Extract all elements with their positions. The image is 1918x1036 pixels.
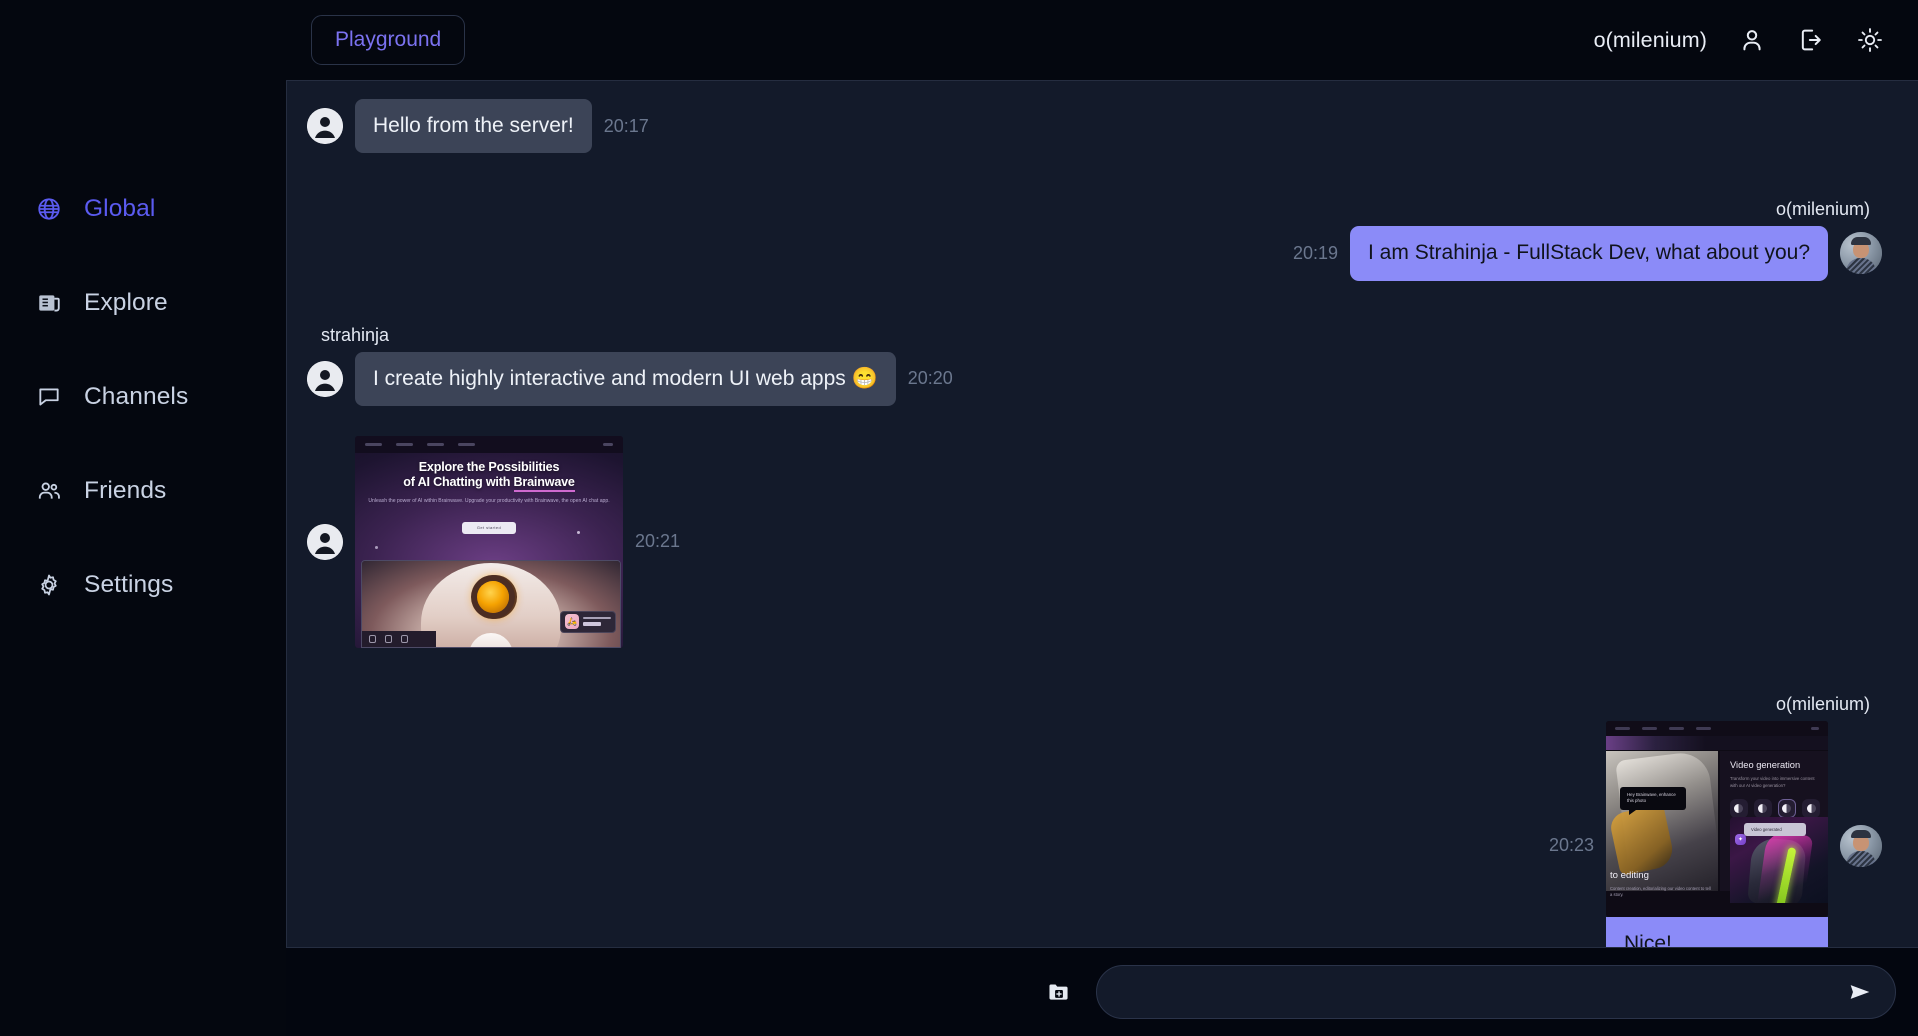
vg-strip <box>1606 736 1828 750</box>
message-row-incoming: I create highly interactive and modern U… <box>307 352 1882 406</box>
tab-playground[interactable]: Playground <box>311 15 465 65</box>
message-list[interactable]: Hello from the server! 20:17 o(milenium)… <box>286 80 1918 948</box>
brainwave-cta-button: Get started <box>462 522 516 534</box>
globe-icon <box>36 196 62 222</box>
brainwave-navbar <box>355 436 623 453</box>
vg-section-title: to editing <box>1610 870 1649 881</box>
spacer <box>307 159 1882 199</box>
messages: Hello from the server! 20:17 o(milenium)… <box>287 99 1918 948</box>
message-bubble: I create highly interactive and modern U… <box>355 352 896 406</box>
avatar <box>1840 232 1882 274</box>
vg-section-text: Content creation, editorializing our vid… <box>1610 886 1714 899</box>
message-row-outgoing: 20:19 I am Strahinja - FullStack Dev, wh… <box>307 226 1882 280</box>
avatar <box>307 361 343 397</box>
decor-dot <box>577 531 580 534</box>
logout-icon[interactable] <box>1797 26 1825 54</box>
sidebar-nav: Global Explore <box>0 186 286 608</box>
sidebar-item-label: Channels <box>84 385 188 410</box>
card-text <box>583 617 611 626</box>
folder-plus-icon[interactable] <box>1044 977 1074 1007</box>
message-row-outgoing-image: 20:23 Hey Brainwave, enhance this photo <box>307 721 1882 948</box>
headline-line1: Explore the Possibilities <box>419 460 560 474</box>
vg-option-chips <box>1730 799 1820 818</box>
sidebar-item-explore[interactable]: Explore <box>0 280 286 326</box>
vg-chip <box>1754 799 1772 818</box>
message-sender-name: o(milenium) <box>307 694 1870 715</box>
robot-eye-right <box>477 581 509 613</box>
vg-tooltip-preview: Video generated <box>1744 823 1806 836</box>
message-sender-name: o(milenium) <box>307 199 1870 220</box>
avatar <box>307 108 343 144</box>
message-bubble: I am Strahinja - FullStack Dev, what abo… <box>1350 226 1828 280</box>
header-actions: o(milenium) <box>1594 26 1884 54</box>
sidebar-item-label: Friends <box>84 479 166 504</box>
vg-badge-icon: ✦ <box>1735 834 1746 845</box>
vg-chip <box>1730 799 1748 818</box>
vg-chip <box>1802 799 1820 818</box>
send-icon[interactable] <box>1845 977 1875 1007</box>
vg-panel-text: Transform your video into immersive cont… <box>1730 776 1820 790</box>
decor-dot <box>375 546 378 549</box>
brainwave-subtext: Unleash the power of AI within Brainwave… <box>367 498 611 506</box>
vg-preview: Video generated ✦ <box>1730 817 1828 903</box>
message-timestamp: 20:21 <box>635 531 680 552</box>
app-root: Global Explore <box>0 0 1918 1036</box>
sidebar: Global Explore <box>0 0 286 1036</box>
composer-bar <box>286 948 1918 1036</box>
message-bubble: Hello from the server! <box>355 99 592 153</box>
brainwave-toolbar <box>362 631 436 647</box>
spacer <box>307 654 1882 694</box>
sidebar-item-label: Global <box>84 197 155 222</box>
message-input-wrapper[interactable] <box>1096 965 1896 1019</box>
message-bubble: Nice! <box>1606 917 1828 948</box>
vg-chip-selected <box>1778 799 1796 818</box>
gear-icon <box>36 572 62 598</box>
chat-icon <box>36 384 62 410</box>
avatar <box>1840 825 1882 867</box>
brainwave-robot-pane: 🛵 <box>361 560 621 648</box>
message-timestamp: 20:23 <box>1549 835 1594 856</box>
message-timestamp: 20:17 <box>604 116 649 137</box>
news-icon <box>36 290 62 316</box>
sidebar-item-friends[interactable]: Friends <box>0 468 286 514</box>
headline-line2-prefix: of AI Chatting with <box>403 475 513 489</box>
spacer <box>307 412 1882 436</box>
user-icon[interactable] <box>1738 26 1766 54</box>
vg-panel-title: Video generation <box>1730 760 1820 770</box>
card-thumb-icon: 🛵 <box>565 614 579 629</box>
sidebar-item-global[interactable]: Global <box>0 186 286 232</box>
vg-right-pane: Video generation Transform your video in… <box>1720 751 1828 891</box>
avatar <box>307 524 343 560</box>
users-icon <box>36 478 62 504</box>
message-image-attachment[interactable]: Explore the Possibilities of AI Chatting… <box>355 436 623 648</box>
sun-icon[interactable] <box>1856 26 1884 54</box>
vg-tooltip-left: Hey Brainwave, enhance this photo <box>1620 787 1686 810</box>
tabbar: Playground <box>311 15 465 65</box>
message-row-incoming-image: Explore the Possibilities of AI Chatting… <box>307 436 1882 648</box>
sidebar-item-settings[interactable]: Settings <box>0 562 286 608</box>
message-timestamp: 20:19 <box>1293 243 1338 264</box>
robot-muzzle <box>469 633 513 648</box>
current-username: o(milenium) <box>1594 28 1707 53</box>
headline-accent: Brainwave <box>514 475 575 492</box>
top-header: Playground o(milenium) <box>286 0 1918 80</box>
sidebar-item-label: Settings <box>84 573 173 598</box>
sidebar-item-label: Explore <box>84 291 168 316</box>
message-sender-name: strahinja <box>321 325 1882 346</box>
spacer <box>307 287 1882 311</box>
message-input[interactable] <box>1123 981 1845 1003</box>
message-timestamp: 20:20 <box>908 368 953 389</box>
vg-navbar <box>1606 721 1828 736</box>
message-image-attachment[interactable]: Hey Brainwave, enhance this photo to edi… <box>1606 721 1828 917</box>
outgoing-attachment-stack: Hey Brainwave, enhance this photo to edi… <box>1606 721 1828 948</box>
main-panel: Playground o(milenium) <box>286 0 1918 1036</box>
sidebar-item-channels[interactable]: Channels <box>0 374 286 420</box>
brainwave-code-card: 🛵 <box>560 611 616 633</box>
brainwave-headline: Explore the Possibilities of AI Chatting… <box>355 460 623 491</box>
message-row-incoming: Hello from the server! 20:17 <box>307 99 1882 153</box>
